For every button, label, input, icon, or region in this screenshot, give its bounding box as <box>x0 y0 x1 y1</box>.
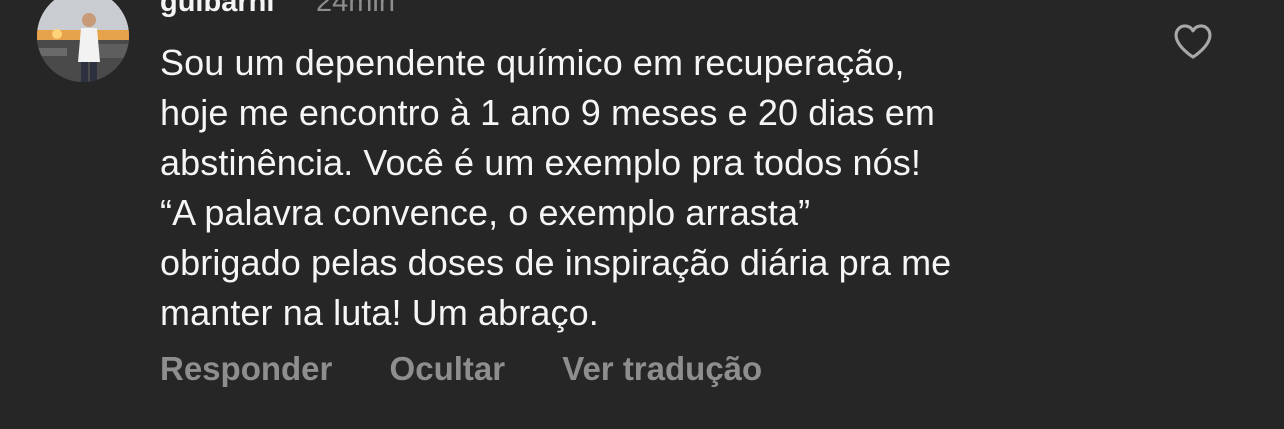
reply-button[interactable]: Responder <box>160 350 332 388</box>
translate-button[interactable]: Ver tradução <box>562 350 762 388</box>
like-button[interactable] <box>1172 22 1214 60</box>
comment-text-line: hoje me encontro à 1 ano 9 meses e 20 di… <box>160 92 935 133</box>
timestamp: 24min <box>316 0 395 18</box>
comment: guibarni 24min Sou um dependente químico… <box>0 0 1284 429</box>
comment-text: Sou um dependente químico em recuperação… <box>160 38 1160 338</box>
comment-text-line: abstinência. Você é um exemplo pra todos… <box>160 142 921 183</box>
username[interactable]: guibarni <box>160 0 274 19</box>
comment-text-line: “A palavra convence, o exemplo arrasta” <box>160 192 811 233</box>
comment-text-line: manter na luta! Um abraço. <box>160 292 599 333</box>
avatar[interactable] <box>37 0 129 82</box>
comment-text-line: Sou um dependente químico em recuperação… <box>160 42 905 83</box>
comment-actions: Responder Ocultar Ver tradução <box>160 350 810 388</box>
avatar-photo <box>37 0 129 82</box>
hide-button[interactable]: Ocultar <box>390 350 506 388</box>
heart-outline-icon <box>1174 24 1212 59</box>
comment-text-line: obrigado pelas doses de inspiração diári… <box>160 242 952 283</box>
